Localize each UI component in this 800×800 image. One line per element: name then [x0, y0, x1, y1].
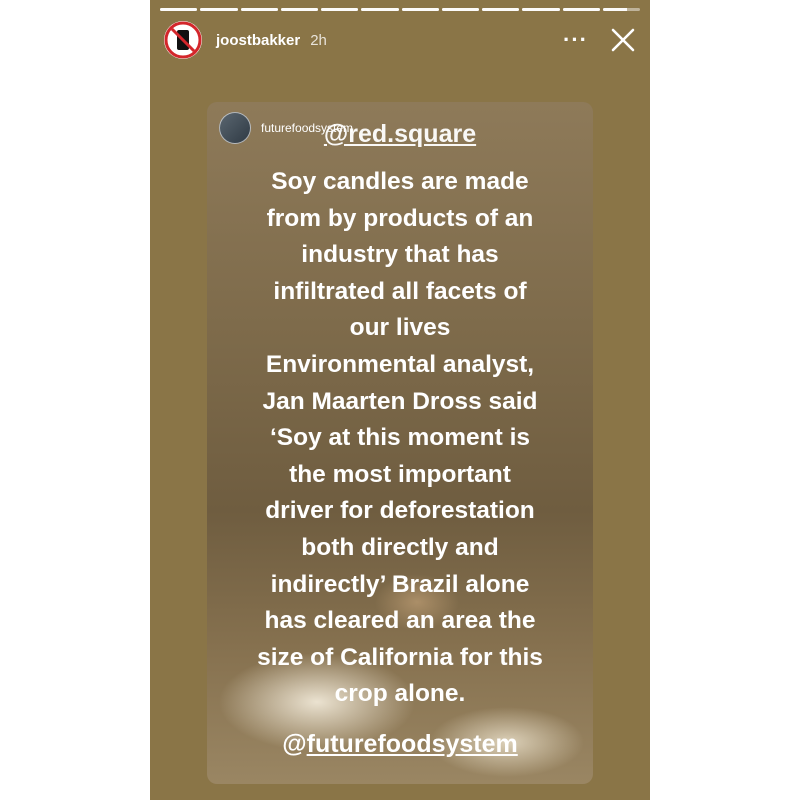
- story-progress-segment: [280, 8, 318, 11]
- story-progress-segment: [361, 8, 399, 11]
- story-progress-segment: [482, 8, 520, 11]
- more-options-icon[interactable]: ···: [563, 29, 588, 51]
- mention-at-symbol: @: [282, 730, 307, 758]
- story-progress-segment: [160, 8, 198, 11]
- shared-post-card[interactable]: futurefoodsystem @red.square Soy candles…: [207, 102, 593, 784]
- story-progress-fill: [602, 8, 627, 11]
- story-progress-fill: [361, 8, 399, 11]
- story-progress-fill: [280, 8, 318, 11]
- story-progress-segment: [522, 8, 560, 11]
- story-progress-fill: [441, 8, 479, 11]
- mention-link-bottom[interactable]: @futurefoodsystem: [207, 730, 593, 759]
- story-progress-fill: [160, 8, 198, 11]
- story-progress-segment: [321, 8, 359, 11]
- mention-link-top[interactable]: @red.square: [207, 120, 593, 149]
- story-username[interactable]: joostbakker: [216, 32, 300, 49]
- close-icon: [611, 28, 635, 52]
- story-progress-fill: [562, 8, 600, 11]
- story-progress-segment: [200, 8, 238, 11]
- story-progress-fill: [321, 8, 359, 11]
- story-body-text: Soy candles are made from by products of…: [257, 168, 543, 708]
- story-progress-fill: [240, 8, 278, 11]
- story-progress-segment: [240, 8, 278, 11]
- story-header: joostbakker 2h ···: [164, 20, 636, 60]
- story-timestamp: 2h: [310, 31, 327, 49]
- avatar[interactable]: [164, 21, 202, 59]
- story-progress-segment: [401, 8, 439, 11]
- story-progress-fill: [200, 8, 238, 11]
- story-progress-segment: [441, 8, 479, 11]
- mention-name[interactable]: futurefoodsystem: [307, 730, 518, 758]
- story-progress-fill: [522, 8, 560, 11]
- story-progress-bar: [160, 8, 640, 11]
- story-viewer[interactable]: joostbakker 2h ··· futurefoodsystem @red…: [150, 0, 650, 800]
- close-button[interactable]: [610, 27, 636, 53]
- no-phone-logo-icon: [164, 21, 202, 59]
- story-progress-segment: [602, 8, 640, 11]
- story-progress-fill: [401, 8, 439, 11]
- story-progress-segment: [562, 8, 600, 11]
- story-progress-fill: [482, 8, 520, 11]
